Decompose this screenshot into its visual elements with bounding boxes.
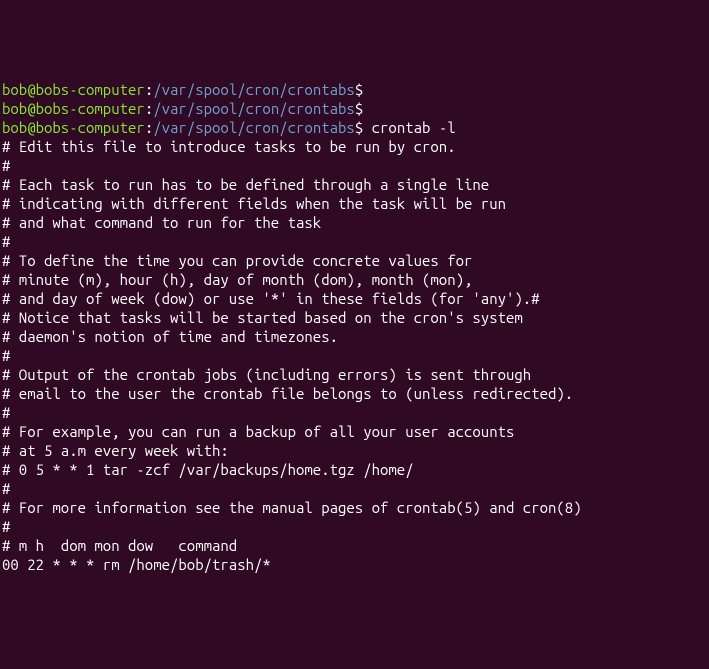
terminal-line: # Each task to run has to be defined thr… [2,175,707,194]
output-text: # at 5 a.m every week with: [2,442,229,459]
terminal-line: 00 22 * * * rm /home/bob/trash/* [2,555,707,574]
output-text: # email to the user the crontab file bel… [2,385,573,402]
prompt-separator: : [145,81,153,98]
output-text: # To define the time you can provide con… [2,252,472,269]
prompt-path: /var/spool/cron/crontabs [153,100,355,117]
terminal-line: bob@bobs-computer:/var/spool/cron/cronta… [2,118,707,137]
output-text: # [2,347,10,364]
output-text: # For example, you can run a backup of a… [2,423,514,440]
terminal-line: # Notice that tasks will be started base… [2,308,707,327]
output-text: # [2,404,10,421]
output-text: # [2,518,10,535]
prompt-user-host: bob@bobs-computer [2,81,145,98]
output-text: # m h dom mon dow command [2,537,237,554]
prompt-dollar: $ [355,100,363,117]
terminal-line: # [2,156,707,175]
terminal-line: # [2,517,707,536]
prompt-path: /var/spool/cron/crontabs [153,81,355,98]
terminal-line: # For more information see the manual pa… [2,498,707,517]
terminal-line: # [2,479,707,498]
prompt-user-host: bob@bobs-computer [2,100,145,117]
output-text: 00 22 * * * rm /home/bob/trash/* [2,556,271,573]
prompt-dollar: $ [355,81,363,98]
terminal-output[interactable]: bob@bobs-computer:/var/spool/cron/cronta… [2,80,707,574]
output-text: # Notice that tasks will be started base… [2,309,523,326]
terminal-line: # [2,346,707,365]
prompt-path: /var/spool/cron/crontabs [153,119,355,136]
output-text: # 0 5 * * 1 tar -zcf /var/backups/home.t… [2,461,414,478]
output-text: # and what command to run for the task [2,214,321,231]
output-text: # and day of week (dow) or use '*' in th… [2,290,540,307]
prompt-user-host: bob@bobs-computer [2,119,145,136]
output-text: # [2,480,10,497]
terminal-line: bob@bobs-computer:/var/spool/cron/cronta… [2,99,707,118]
terminal-line: # daemon's notion of time and timezones. [2,327,707,346]
output-text: # Edit this file to introduce tasks to b… [2,138,456,155]
terminal-line: # Output of the crontab jobs (including … [2,365,707,384]
prompt-separator: : [145,119,153,136]
terminal-line: # indicating with different fields when … [2,194,707,213]
command-input: crontab -l [363,119,455,136]
output-text: # [2,233,10,250]
terminal-line: # at 5 a.m every week with: [2,441,707,460]
terminal-line: # and what command to run for the task [2,213,707,232]
terminal-line: # email to the user the crontab file bel… [2,384,707,403]
terminal-line: # [2,232,707,251]
terminal-line: # 0 5 * * 1 tar -zcf /var/backups/home.t… [2,460,707,479]
output-text: # Output of the crontab jobs (including … [2,366,531,383]
output-text: # minute (m), hour (h), day of month (do… [2,271,472,288]
output-text: # Each task to run has to be defined thr… [2,176,489,193]
output-text: # [2,157,10,174]
terminal-line: # Edit this file to introduce tasks to b… [2,137,707,156]
output-text: # indicating with different fields when … [2,195,506,212]
prompt-dollar: $ [355,119,363,136]
output-text: # For more information see the manual pa… [2,499,582,516]
terminal-line: # For example, you can run a backup of a… [2,422,707,441]
terminal-line: # minute (m), hour (h), day of month (do… [2,270,707,289]
terminal-line: bob@bobs-computer:/var/spool/cron/cronta… [2,80,707,99]
prompt-separator: : [145,100,153,117]
terminal-line: # To define the time you can provide con… [2,251,707,270]
terminal-line: # m h dom mon dow command [2,536,707,555]
terminal-line: # and day of week (dow) or use '*' in th… [2,289,707,308]
output-text: # daemon's notion of time and timezones. [2,328,338,345]
terminal-line: # [2,403,707,422]
